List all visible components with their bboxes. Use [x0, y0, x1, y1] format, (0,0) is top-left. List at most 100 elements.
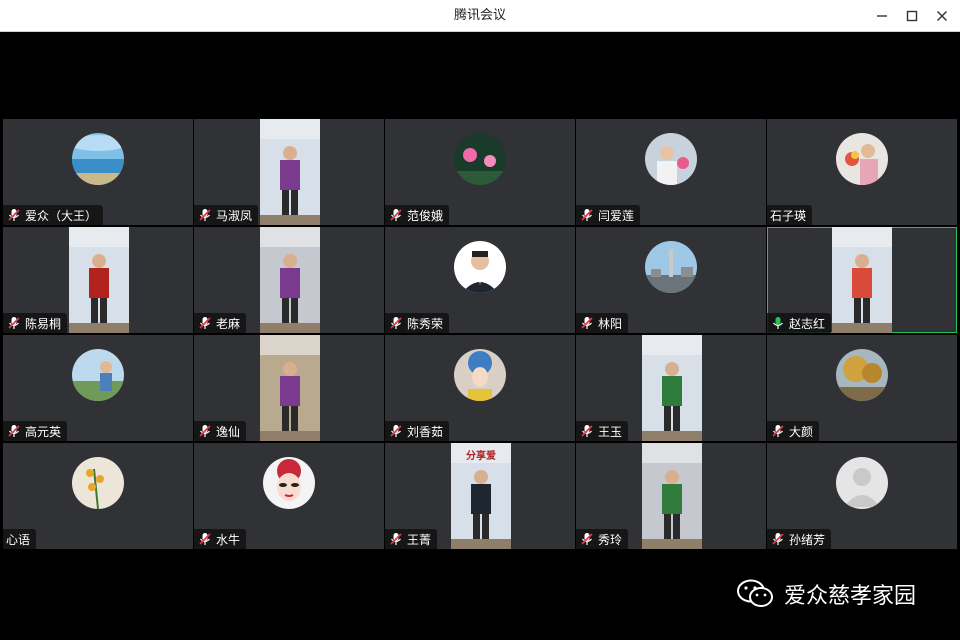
participant-video	[832, 227, 892, 333]
minimize-button[interactable]	[870, 4, 894, 28]
participant-nameplate: 马淑凤	[194, 205, 259, 225]
participant-video	[642, 443, 702, 549]
participant-nameplate: 范俊娥	[385, 205, 450, 225]
participant-tile[interactable]: 闫爱莲	[576, 119, 766, 225]
participant-nameplate: 闫爱莲	[576, 205, 641, 225]
participant-avatar	[454, 241, 506, 293]
participant-tile[interactable]: 范俊娥	[385, 119, 575, 225]
participant-avatar	[645, 133, 697, 185]
participant-tile[interactable]: 分享爱王菁	[385, 443, 575, 549]
participant-avatar	[454, 349, 506, 401]
watermark-text: 爱众慈孝家园	[784, 584, 917, 609]
maximize-icon	[906, 10, 918, 22]
participant-nameplate: 爱众（大王）	[3, 205, 104, 225]
participant-nameplate: 孙绪芳	[767, 529, 832, 549]
minimize-icon	[877, 15, 887, 17]
participant-name: 秀玲	[598, 532, 623, 547]
participant-tile[interactable]: 水牛	[194, 443, 384, 549]
participant-name: 心语	[6, 532, 31, 547]
participant-tile[interactable]: 爱众（大王）	[3, 119, 193, 225]
participant-tile[interactable]: 大颜	[767, 335, 957, 441]
mic-muted-icon	[772, 533, 784, 545]
participant-video	[260, 119, 320, 225]
participant-name: 老麻	[216, 316, 241, 331]
participant-nameplate: 赵志红	[767, 313, 832, 333]
mic-muted-icon	[772, 425, 784, 437]
mic-muted-icon	[390, 425, 402, 437]
mic-muted-icon	[199, 317, 211, 329]
participant-avatar	[72, 349, 124, 401]
participant-video	[69, 227, 129, 333]
mic-muted-icon	[8, 317, 20, 329]
mic-muted-icon	[581, 533, 593, 545]
participant-avatar	[645, 241, 697, 293]
participant-video	[642, 335, 702, 441]
mic-muted-icon	[199, 209, 211, 221]
participant-tile[interactable]: 林阳	[576, 227, 766, 333]
participant-name: 王玉	[598, 424, 623, 439]
participant-nameplate: 陈秀荣	[385, 313, 450, 333]
participant-tile[interactable]: 老麻	[194, 227, 384, 333]
mic-on-icon	[773, 317, 783, 329]
participant-nameplate: 陈易桐	[3, 313, 68, 333]
participant-nameplate: 林阳	[576, 313, 629, 333]
participant-name: 大颜	[789, 424, 814, 439]
participant-tile[interactable]: 陈秀荣	[385, 227, 575, 333]
participant-tile[interactable]: 刘香茹	[385, 335, 575, 441]
participant-tile[interactable]: 石子瑛	[767, 119, 957, 225]
close-button[interactable]	[930, 4, 954, 28]
participant-nameplate: 高元英	[3, 421, 68, 441]
participant-avatar	[836, 457, 888, 509]
participant-avatar	[263, 457, 315, 509]
mic-muted-icon	[581, 209, 593, 221]
participant-name: 赵志红	[789, 316, 826, 331]
participant-tile[interactable]: 秀玲	[576, 443, 766, 549]
mic-muted-icon	[8, 425, 20, 437]
window-title: 腾讯会议	[453, 8, 506, 23]
participant-tile[interactable]: 孙绪芳	[767, 443, 957, 549]
participant-tile[interactable]: 高元英	[3, 335, 193, 441]
participant-name: 逸仙	[216, 424, 241, 439]
participant-name: 陈秀荣	[407, 316, 444, 331]
participant-nameplate: 王菁	[385, 529, 438, 549]
participant-tile[interactable]: 逸仙	[194, 335, 384, 441]
maximize-button[interactable]	[900, 4, 924, 28]
participant-tile[interactable]: 马淑凤	[194, 119, 384, 225]
participant-video: 分享爱	[451, 443, 511, 549]
close-icon	[937, 11, 947, 21]
participant-video	[260, 335, 320, 441]
participant-name: 水牛	[216, 532, 241, 547]
participant-avatar	[72, 457, 124, 509]
participant-tile[interactable]: 赵志红	[767, 227, 957, 333]
video-banner-text: 分享爱	[466, 451, 496, 462]
title-bar: 腾讯会议	[0, 0, 960, 32]
mic-muted-icon	[199, 425, 211, 437]
participant-avatar	[836, 133, 888, 185]
participant-name: 陈易桐	[25, 316, 62, 331]
participant-name: 闫爱莲	[598, 208, 635, 223]
participant-name: 林阳	[598, 316, 623, 331]
participant-name: 马淑凤	[216, 208, 253, 223]
participant-name: 高元英	[25, 424, 62, 439]
mic-muted-icon	[8, 209, 20, 221]
participant-grid: 爱众（大王） 马淑凤 范俊娥 闫爱莲 石子瑛 陈易桐 老麻 陈秀荣 林阳 赵志红 高元英 逸仙 刘香茹王…	[3, 119, 957, 550]
participant-tile[interactable]: 王玉	[576, 335, 766, 441]
participant-nameplate: 老麻	[194, 313, 247, 333]
watermark: 爱众慈孝家园	[736, 578, 916, 610]
participant-nameplate: 王玉	[576, 421, 629, 441]
participant-avatar	[836, 349, 888, 401]
participant-nameplate: 逸仙	[194, 421, 247, 441]
participant-name: 爱众（大王）	[25, 208, 98, 223]
participant-video	[260, 227, 320, 333]
participant-name: 刘香茹	[407, 424, 444, 439]
participant-nameplate: 心语	[3, 529, 37, 549]
participant-nameplate: 大颜	[767, 421, 820, 441]
participant-avatar	[72, 133, 124, 185]
participant-tile[interactable]: 陈易桐	[3, 227, 193, 333]
participant-avatar	[454, 133, 506, 185]
mic-muted-icon	[581, 425, 593, 437]
mic-muted-icon	[390, 209, 402, 221]
participant-nameplate: 刘香茹	[385, 421, 450, 441]
participant-tile[interactable]: 心语	[3, 443, 193, 549]
wechat-icon	[737, 579, 773, 607]
